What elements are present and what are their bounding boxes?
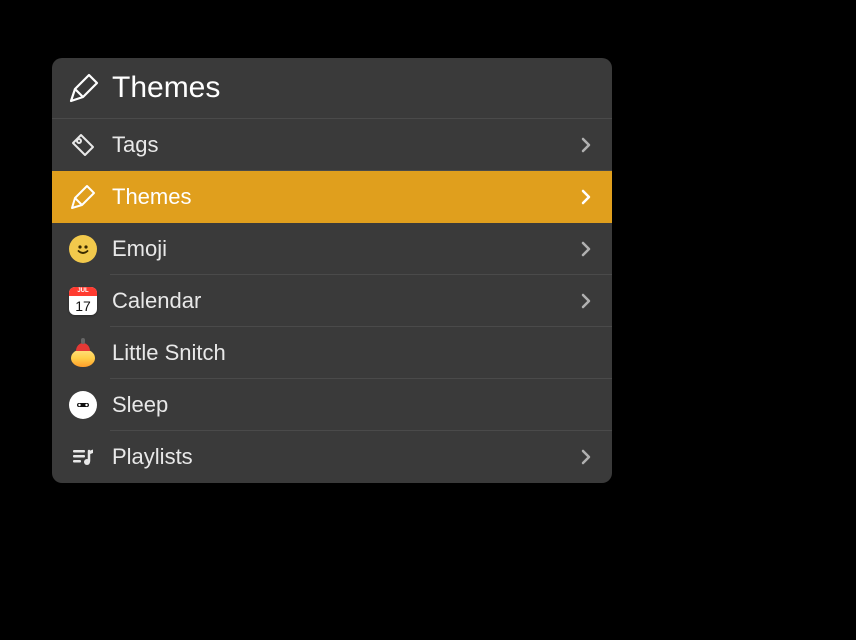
list-item-label: Sleep	[112, 392, 596, 418]
list-item-label: Calendar	[112, 288, 576, 314]
chevron-right-icon	[576, 187, 596, 207]
list-item-themes[interactable]: Themes	[52, 171, 612, 223]
list-item-little-snitch[interactable]: Little Snitch	[52, 327, 612, 379]
list-item-label: Themes	[112, 184, 576, 210]
playlist-icon	[66, 440, 100, 474]
list-item-label: Little Snitch	[112, 340, 596, 366]
calendar-day: 17	[69, 296, 97, 315]
list-item-playlists[interactable]: Playlists	[52, 431, 612, 483]
calendar-month: JUL	[69, 287, 97, 296]
chevron-right-icon	[576, 447, 596, 467]
panel-title: Themes	[112, 71, 220, 105]
panel-header: Themes	[52, 58, 612, 119]
calendar-icon: JUL 17	[66, 284, 100, 318]
tag-icon	[66, 128, 100, 162]
list-item-label: Tags	[112, 132, 576, 158]
chevron-right-icon	[576, 135, 596, 155]
brush-icon	[66, 180, 100, 214]
launcher-panel: Themes Tags Themes	[52, 58, 612, 483]
result-list: Tags Themes	[52, 119, 612, 483]
list-item-sleep[interactable]: Sleep	[52, 379, 612, 431]
list-item-calendar[interactable]: JUL 17 Calendar	[52, 275, 612, 327]
chevron-right-icon	[576, 239, 596, 259]
emoji-icon	[66, 232, 100, 266]
sleep-icon	[66, 388, 100, 422]
brush-icon	[66, 70, 102, 106]
list-item-tags[interactable]: Tags	[52, 119, 612, 171]
list-item-emoji[interactable]: Emoji	[52, 223, 612, 275]
chevron-right-icon	[576, 291, 596, 311]
list-item-label: Playlists	[112, 444, 576, 470]
little-snitch-icon	[66, 336, 100, 370]
list-item-label: Emoji	[112, 236, 576, 262]
